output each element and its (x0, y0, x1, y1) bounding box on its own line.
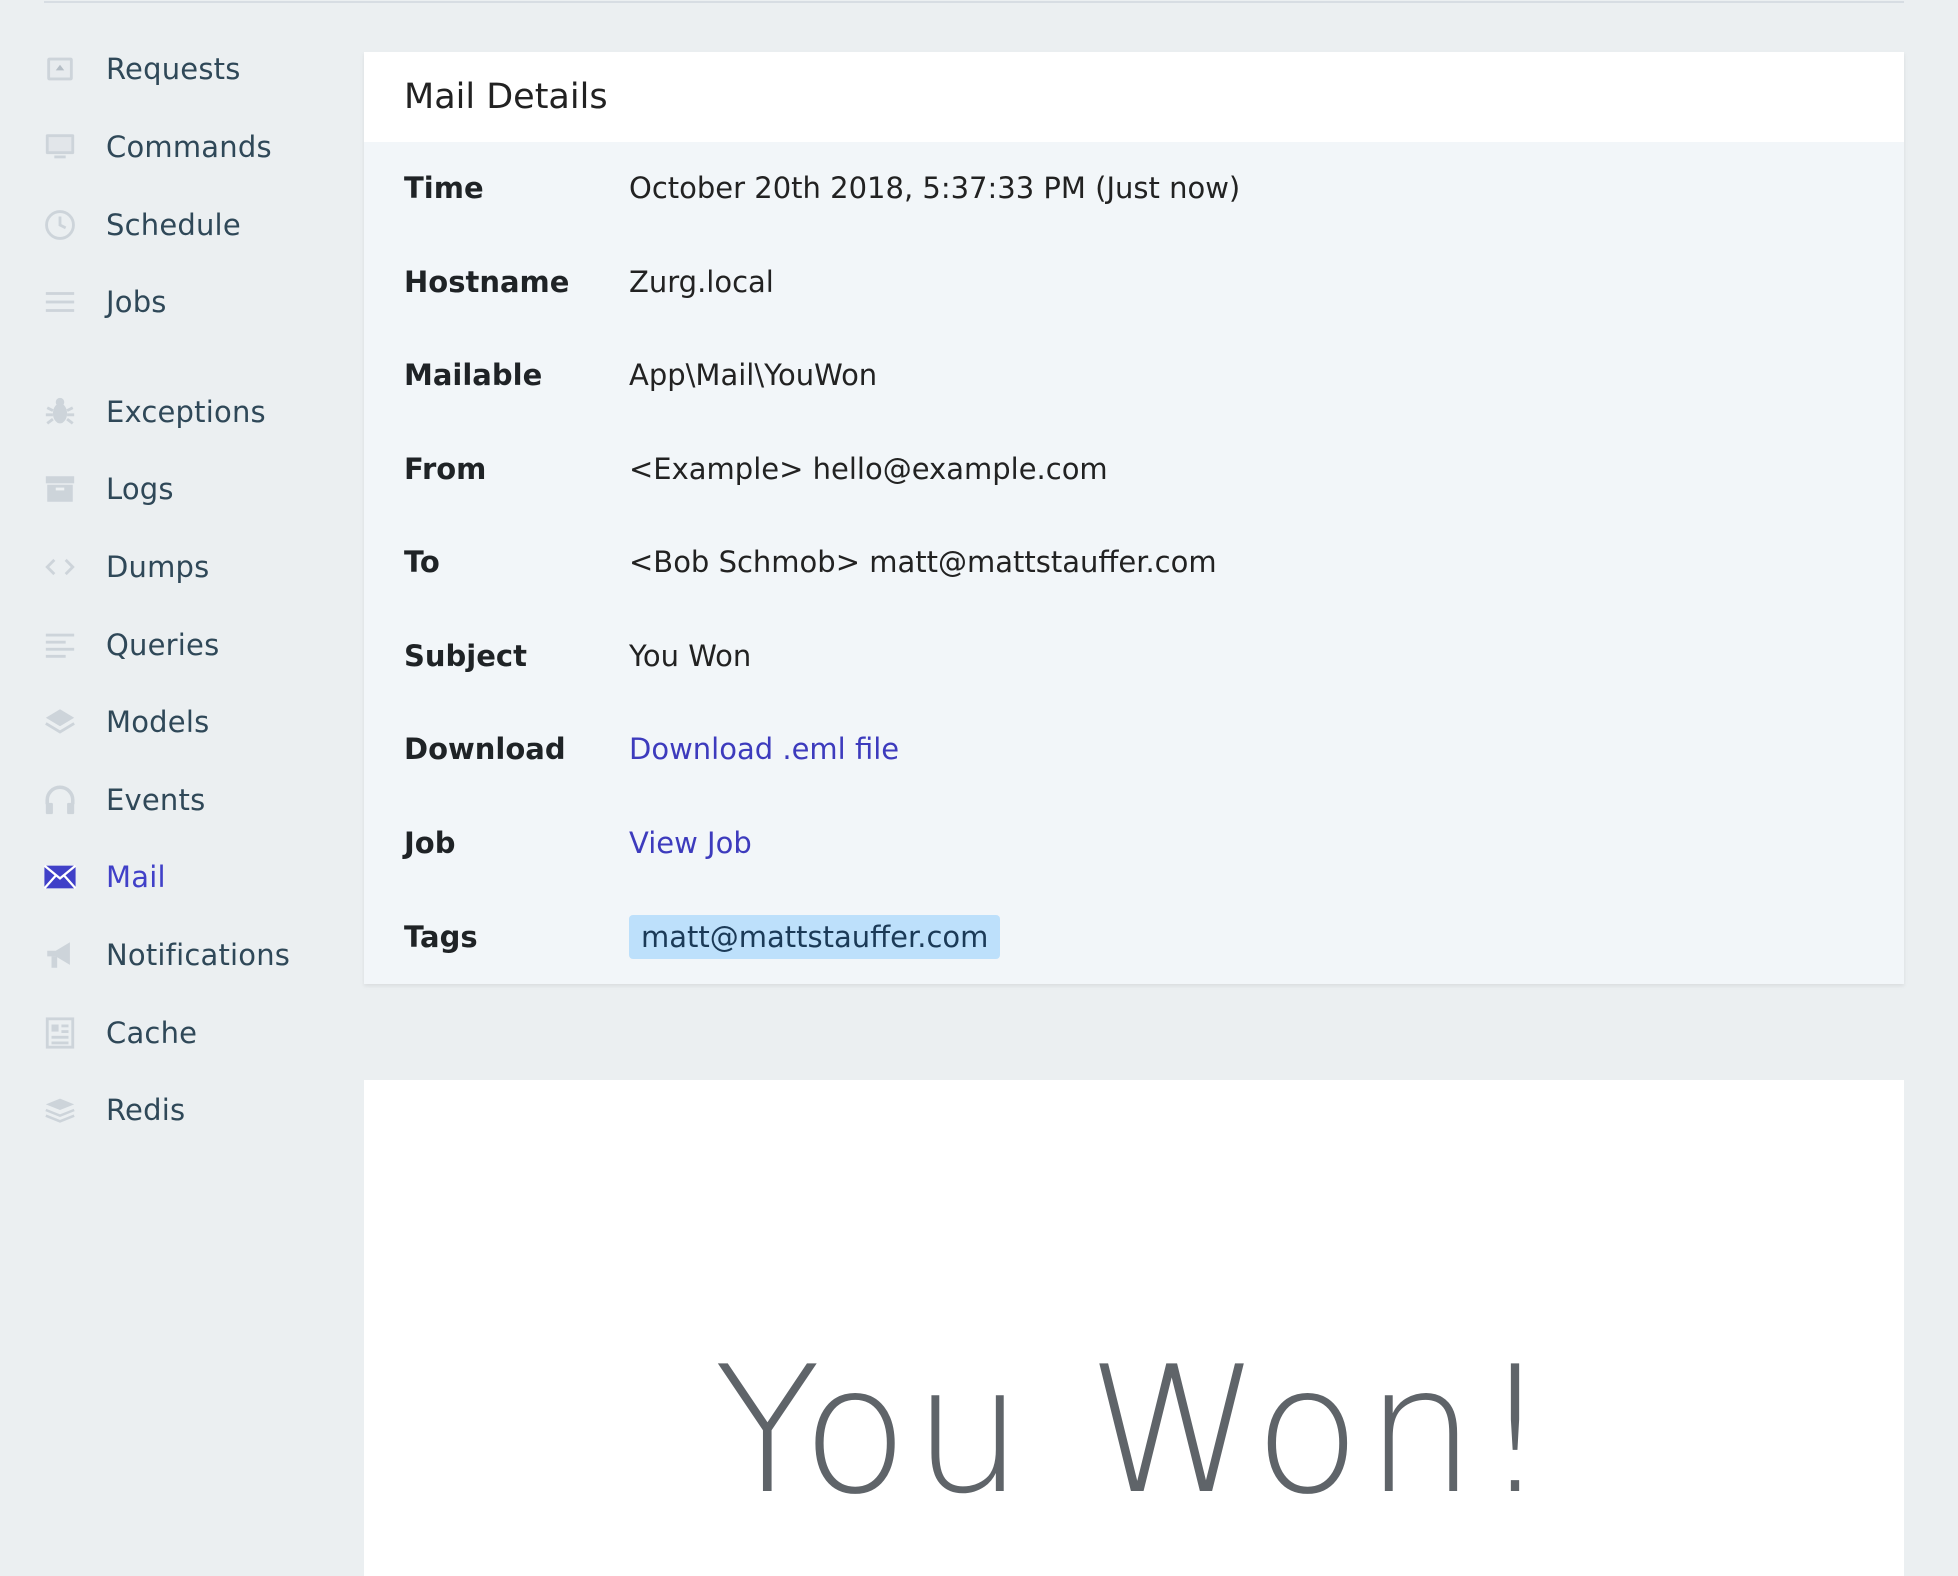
document-icon (40, 1013, 80, 1053)
sidebar-item-label: Commands (106, 130, 272, 164)
monitor-icon (40, 127, 80, 167)
card-title: Mail Details (404, 77, 608, 117)
row-value: Zurg.local (629, 265, 774, 299)
sidebar-item-label: Events (106, 783, 206, 817)
mail-preview: You Won! (364, 1080, 1904, 1576)
details-row-hostname: Hostname Zurg.local (404, 252, 1864, 312)
sidebar-item-cache[interactable]: Cache (40, 1008, 340, 1058)
sidebar-item-label: Redis (106, 1093, 186, 1127)
row-key: Job (404, 826, 456, 860)
sidebar-item-label: Jobs (106, 285, 167, 319)
sidebar-item-label: Exceptions (106, 395, 266, 429)
sidebar-item-mail[interactable]: Mail (40, 852, 340, 902)
row-key: Time (404, 171, 484, 205)
details-row-mailable: Mailable App\Mail\YouWon (404, 345, 1864, 405)
row-value: App\Mail\YouWon (629, 358, 878, 392)
card-header: Mail Details (364, 52, 1904, 142)
sidebar-item-label: Notifications (106, 938, 291, 972)
sidebar-item-jobs[interactable]: Jobs (40, 277, 340, 327)
list-icon (40, 282, 80, 322)
sidebar-item-schedule[interactable]: Schedule (40, 200, 340, 250)
stack-icon (40, 1090, 80, 1130)
row-value: <Example> hello@example.com (629, 452, 1108, 486)
row-key: Hostname (404, 265, 570, 299)
view-job-link[interactable]: View Job (629, 826, 752, 860)
sidebar-item-label: Schedule (106, 208, 241, 242)
row-key: Download (404, 732, 566, 766)
sidebar-item-logs[interactable]: Logs (40, 464, 340, 514)
row-key: To (404, 545, 440, 579)
top-divider (44, 1, 1904, 3)
details-row-download: Download Download .eml file (404, 719, 1864, 779)
mail-details-card: Mail Details Time October 20th 2018, 5:3… (364, 52, 1904, 984)
details-row-subject: Subject You Won (404, 626, 1864, 686)
bug-icon (40, 392, 80, 432)
lines-icon (40, 625, 80, 665)
row-value: You Won (629, 639, 752, 673)
sidebar-item-label: Cache (106, 1016, 198, 1050)
megaphone-icon (40, 935, 80, 975)
sidebar-item-label: Logs (106, 472, 174, 506)
preview-heading: You Won! (713, 1330, 1555, 1533)
clock-icon (40, 205, 80, 245)
sidebar-item-redis[interactable]: Redis (40, 1085, 340, 1135)
details-row-time: Time October 20th 2018, 5:37:33 PM (Just… (404, 158, 1864, 218)
sidebar-item-exceptions[interactable]: Exceptions (40, 387, 340, 437)
row-key: Mailable (404, 358, 543, 392)
details-row-job: Job View Job (404, 813, 1864, 873)
headphones-icon (40, 780, 80, 820)
sidebar-item-queries[interactable]: Queries (40, 620, 340, 670)
sidebar-item-dumps[interactable]: Dumps (40, 542, 340, 592)
layers-icon (40, 702, 80, 742)
sidebar-item-label: Queries (106, 628, 220, 662)
download-eml-link[interactable]: Download .eml file (629, 732, 899, 766)
row-key: From (404, 452, 487, 486)
sidebar-item-models[interactable]: Models (40, 697, 340, 747)
row-value: <Bob Schmob> matt@mattstauffer.com (629, 545, 1217, 579)
sidebar-item-label: Requests (106, 52, 241, 86)
code-icon (40, 547, 80, 587)
details-row-to: To <Bob Schmob> matt@mattstauffer.com (404, 532, 1864, 592)
requests-icon (40, 49, 80, 89)
row-key: Subject (404, 639, 527, 673)
sidebar-item-events[interactable]: Events (40, 775, 340, 825)
sidebar-item-label: Dumps (106, 550, 210, 584)
envelope-icon (40, 857, 80, 897)
sidebar-item-label: Mail (106, 860, 166, 894)
row-value: October 20th 2018, 5:37:33 PM (Just now) (629, 171, 1241, 205)
sidebar-item-requests[interactable]: Requests (40, 44, 340, 94)
tag-badge[interactable]: matt@mattstauffer.com (629, 915, 1001, 959)
details-row-tags: Tags matt@mattstauffer.com (404, 907, 1864, 967)
row-key: Tags (404, 920, 478, 954)
archive-icon (40, 469, 80, 509)
sidebar-item-notifications[interactable]: Notifications (40, 930, 340, 980)
sidebar-item-commands[interactable]: Commands (40, 122, 340, 172)
details-row-from: From <Example> hello@example.com (404, 439, 1864, 499)
sidebar-item-label: Models (106, 705, 210, 739)
